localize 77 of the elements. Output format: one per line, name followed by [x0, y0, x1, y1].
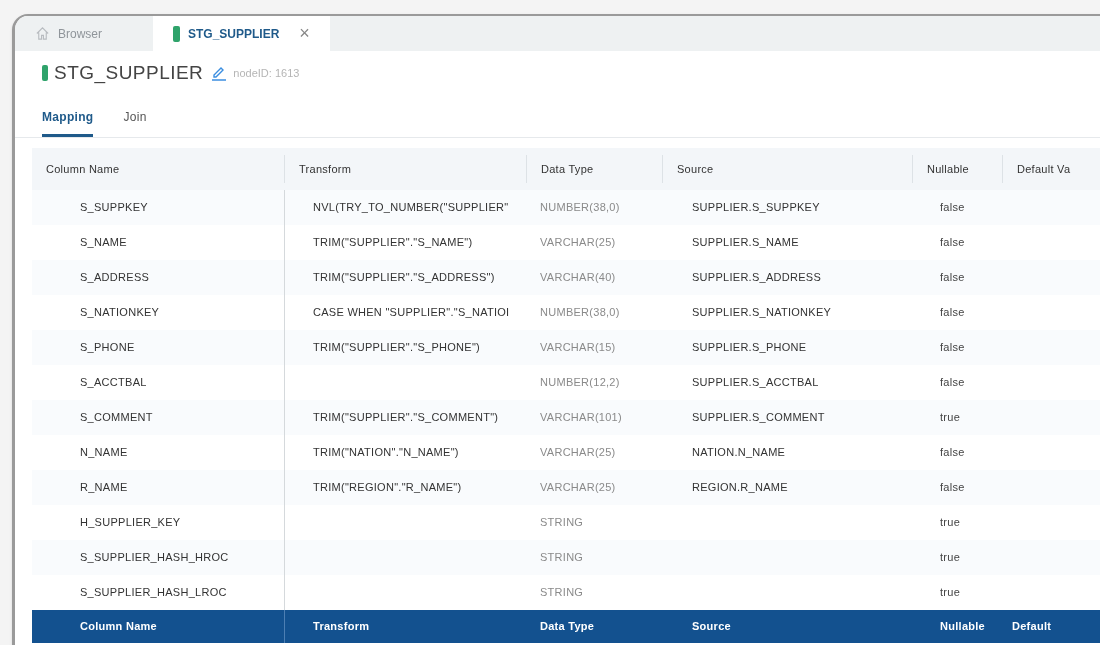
table-cell-text: NUMBER(12,2) [540, 375, 620, 391]
table-cell-text: false [940, 305, 965, 321]
table-cell-text: VARCHAR(101) [540, 410, 622, 426]
table-cell-text: S_NAME [80, 235, 127, 251]
table-cell-text: VARCHAR(25) [540, 235, 616, 251]
node-marker-icon [42, 65, 48, 81]
table-cell-text: true [940, 550, 961, 566]
table-cell-text: false [940, 340, 965, 356]
column-header: Transform [299, 161, 352, 177]
table-cell-text: VARCHAR(25) [540, 445, 616, 461]
node-id: nodeID: 1613 [233, 65, 300, 81]
table-cell-text: VARCHAR(15) [540, 340, 616, 356]
table-cell-text: false [940, 375, 965, 391]
table-cell-text: false [940, 445, 965, 461]
column-header: Nullable [940, 619, 985, 635]
table-cell-text: NATION.N_NAME [692, 445, 786, 461]
table-cell-text: SUPPLIER.S_SUPPKEY [692, 200, 820, 216]
table-cell-text: TRIM("SUPPLIER"."S_COMMENT") [313, 410, 499, 426]
table-cell-text: false [940, 235, 965, 251]
table-cell-text: TRIM("SUPPLIER"."S_NAME") [313, 235, 473, 251]
table-cell-text: H_SUPPLIER_KEY [80, 515, 181, 531]
table-cell-text: CASE WHEN "SUPPLIER"."S_NATIOI [313, 305, 510, 321]
table-cell-text: false [940, 480, 965, 496]
page-title: STG_SUPPLIER [54, 60, 204, 86]
table-cell-text: R_NAME [80, 480, 128, 496]
table-cell-text: TRIM("REGION"."R_NAME") [313, 480, 462, 496]
close-button[interactable]: × [299, 20, 310, 47]
table-cell-text: TRIM("SUPPLIER"."S_ADDRESS") [313, 270, 495, 286]
column-header: Data Type [541, 161, 594, 177]
table-cell-text: REGION.R_NAME [692, 480, 788, 496]
column-header: Source [692, 619, 731, 635]
column-header: Column Name [80, 619, 157, 635]
home-icon [35, 26, 50, 41]
tab[interactable]: Join [123, 108, 147, 137]
table-cell-text: TRIM("NATION"."N_NAME") [313, 445, 459, 461]
column-header: Transform [313, 619, 370, 635]
edit-icon[interactable] [211, 65, 228, 81]
window-tab[interactable]: STG_SUPPLIER × [153, 16, 330, 51]
table-cell-text: STRING [540, 515, 584, 531]
table-cell-text: S_ADDRESS [80, 270, 150, 286]
table-cell-text: VARCHAR(25) [540, 480, 616, 496]
table-cell-text: false [940, 270, 965, 286]
table-cell-text: SUPPLIER.S_ADDRESS [692, 270, 822, 286]
table-cell-text: S_PHONE [80, 340, 135, 356]
table-cell-text: S_SUPPKEY [80, 200, 148, 216]
table-cell-text: TRIM("SUPPLIER"."S_PHONE") [313, 340, 480, 356]
table-cell-text: SUPPLIER.S_NAME [692, 235, 799, 251]
table-cell-text: N_NAME [80, 445, 128, 461]
table-cell-text: true [940, 410, 961, 426]
column-header: Data Type [540, 619, 595, 635]
table-cell-text: S_ACCTBAL [80, 375, 147, 391]
table-cell-text: NVL(TRY_TO_NUMBER("SUPPLIER" [313, 200, 509, 216]
column-header: Default Va [1017, 161, 1071, 177]
table-cell-text: STRING [540, 585, 584, 601]
table-cell-text: VARCHAR(40) [540, 270, 616, 286]
table-cell-text: true [940, 515, 961, 531]
table-cell-text: SUPPLIER.S_NATIONKEY [692, 305, 832, 321]
table-cell-text: NUMBER(38,0) [540, 200, 620, 216]
table-cell-text: S_SUPPLIER_HASH_LROC [80, 585, 227, 601]
column-header: Column Name [46, 161, 120, 177]
column-header: Default [1012, 619, 1052, 635]
tab-label: STG_SUPPLIER [188, 25, 280, 43]
table-cell-text: SUPPLIER.S_PHONE [692, 340, 807, 356]
table-cell-text: false [940, 200, 965, 216]
column-header: Nullable [927, 161, 969, 177]
tab-label: Browser [58, 25, 102, 43]
table-cell-text: STRING [540, 550, 584, 566]
table-cell-text: S_COMMENT [80, 410, 153, 426]
column-header: Source [677, 161, 714, 177]
table-cell-text: SUPPLIER.S_ACCTBAL [692, 375, 819, 391]
table-cell-text: SUPPLIER.S_COMMENT [692, 410, 825, 426]
tab[interactable]: Mapping [42, 108, 94, 137]
table-cell-text: NUMBER(38,0) [540, 305, 620, 321]
table-cell-text: true [940, 585, 961, 601]
node-marker-icon [173, 25, 180, 42]
table-cell-text: S_NATIONKEY [80, 305, 160, 321]
table-cell-text: S_SUPPLIER_HASH_HROC [80, 550, 229, 566]
